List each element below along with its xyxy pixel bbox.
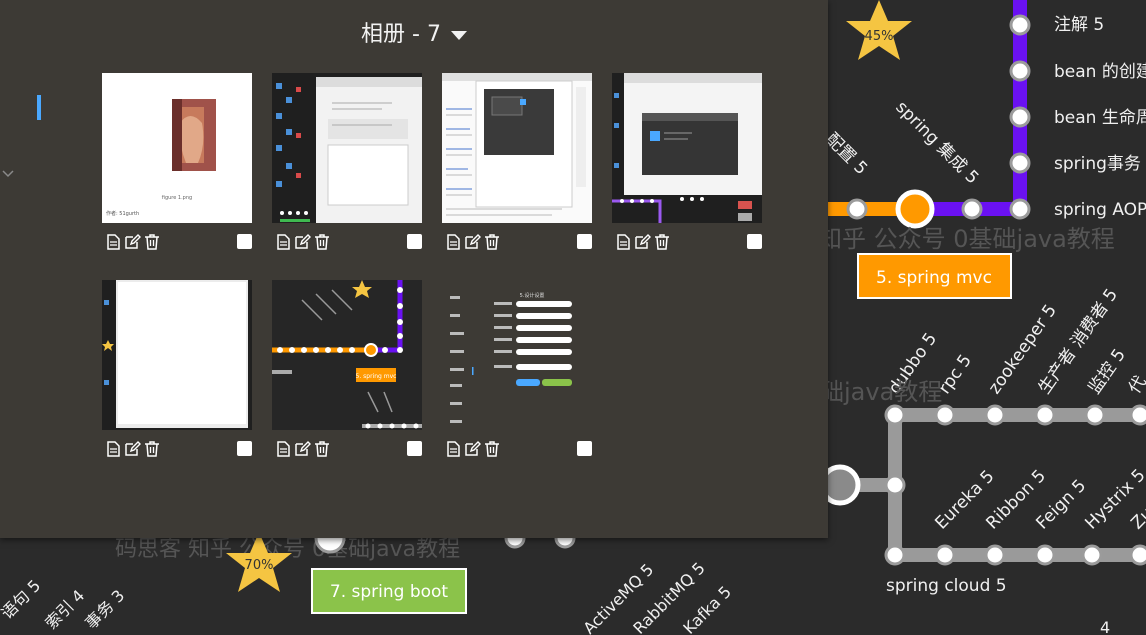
details-icon[interactable] xyxy=(444,233,462,251)
edit-icon[interactable] xyxy=(123,233,141,251)
details-icon[interactable] xyxy=(444,440,462,458)
bg-watermark-3: 码思客 知乎 公众号 0基础java教程 xyxy=(115,537,460,562)
select-checkbox[interactable] xyxy=(577,234,592,249)
photo-thumbnail[interactable] xyxy=(272,73,422,223)
photo-caption: figure 1.png xyxy=(161,195,193,201)
select-checkbox[interactable] xyxy=(747,234,762,249)
mvc-station xyxy=(895,189,935,229)
photo-thumbnail[interactable] xyxy=(102,280,252,430)
details-icon[interactable] xyxy=(274,440,292,458)
edit-icon[interactable] xyxy=(633,233,651,251)
mini-settings-title: 5.设计设置 xyxy=(520,292,545,299)
delete-icon[interactable] xyxy=(143,233,161,251)
photo-card: figure 1.png 作者: 51gurth xyxy=(102,73,252,250)
photo-card xyxy=(442,73,592,250)
spring-boot-label: 7. spring boot xyxy=(330,582,449,602)
details-icon[interactable] xyxy=(104,233,122,251)
photo-card xyxy=(272,73,422,250)
details-icon[interactable] xyxy=(614,233,632,251)
photo-thumbnail[interactable]: 5. spring mvc xyxy=(272,280,422,430)
select-checkbox[interactable] xyxy=(577,441,592,456)
delete-icon[interactable] xyxy=(313,233,331,251)
bg-label-annotation: 注解 5 xyxy=(1054,15,1104,35)
details-icon[interactable] xyxy=(274,233,292,251)
caret-down-icon xyxy=(450,30,467,40)
svg-text:45%: 45% xyxy=(865,29,894,44)
bg-watermark-2: 础java教程 xyxy=(820,378,942,406)
mini-mvc-label: 5. spring mvc xyxy=(356,373,397,380)
select-checkbox[interactable] xyxy=(407,234,422,249)
bg-label-bean-create: bean 的创建 xyxy=(1054,62,1146,82)
photo-card: 5.设计设置 xyxy=(442,280,592,457)
delete-icon[interactable] xyxy=(483,233,501,251)
select-checkbox[interactable] xyxy=(237,234,252,249)
select-checkbox[interactable] xyxy=(237,441,252,456)
photo-thumbnail[interactable]: figure 1.png 作者: 51gurth xyxy=(102,73,252,223)
photo-thumbnail[interactable]: 5.设计设置 xyxy=(442,280,592,430)
bg-label-spring-aop: spring AOP xyxy=(1054,200,1146,220)
delete-icon[interactable] xyxy=(313,440,331,458)
svg-text:70%: 70% xyxy=(245,558,274,573)
photo-card xyxy=(612,73,762,250)
bg-watermark-1: 知乎 公众号 0基础java教程 xyxy=(818,225,1115,253)
edit-icon[interactable] xyxy=(463,233,481,251)
edit-icon[interactable] xyxy=(293,440,311,458)
album-panel: 相册 - 7 figure 1.png 作者: 51gurth 5. sprin… xyxy=(0,0,828,538)
photo-thumbnail[interactable] xyxy=(612,73,762,223)
bg-label-spring-tx: spring事务 xyxy=(1054,154,1141,174)
bg-corner-number: 4 xyxy=(1100,618,1110,635)
edit-icon[interactable] xyxy=(293,233,311,251)
photo-card: 5. spring mvc xyxy=(272,280,422,457)
delete-icon[interactable] xyxy=(653,233,671,251)
spring-mvc-label: 5. spring mvc xyxy=(876,268,992,288)
album-title-dropdown[interactable]: 相册 - 7 xyxy=(0,16,828,48)
edit-icon[interactable] xyxy=(123,440,141,458)
bg-label-bean-lifecycle: bean 生命周期 xyxy=(1054,108,1146,128)
photo-thumbnail[interactable] xyxy=(442,73,592,223)
delete-icon[interactable] xyxy=(483,440,501,458)
select-checkbox[interactable] xyxy=(407,441,422,456)
bg-label-spring-cloud: spring cloud 5 xyxy=(886,576,1007,596)
edit-icon[interactable] xyxy=(463,440,481,458)
delete-icon[interactable] xyxy=(143,440,161,458)
album-title: 相册 - 7 xyxy=(361,22,441,47)
chevron-down-icon[interactable] xyxy=(1,166,15,180)
photo-card xyxy=(102,280,252,457)
details-icon[interactable] xyxy=(104,440,122,458)
active-indicator xyxy=(37,95,41,120)
photo-author: 作者: 51gurth xyxy=(106,211,140,217)
